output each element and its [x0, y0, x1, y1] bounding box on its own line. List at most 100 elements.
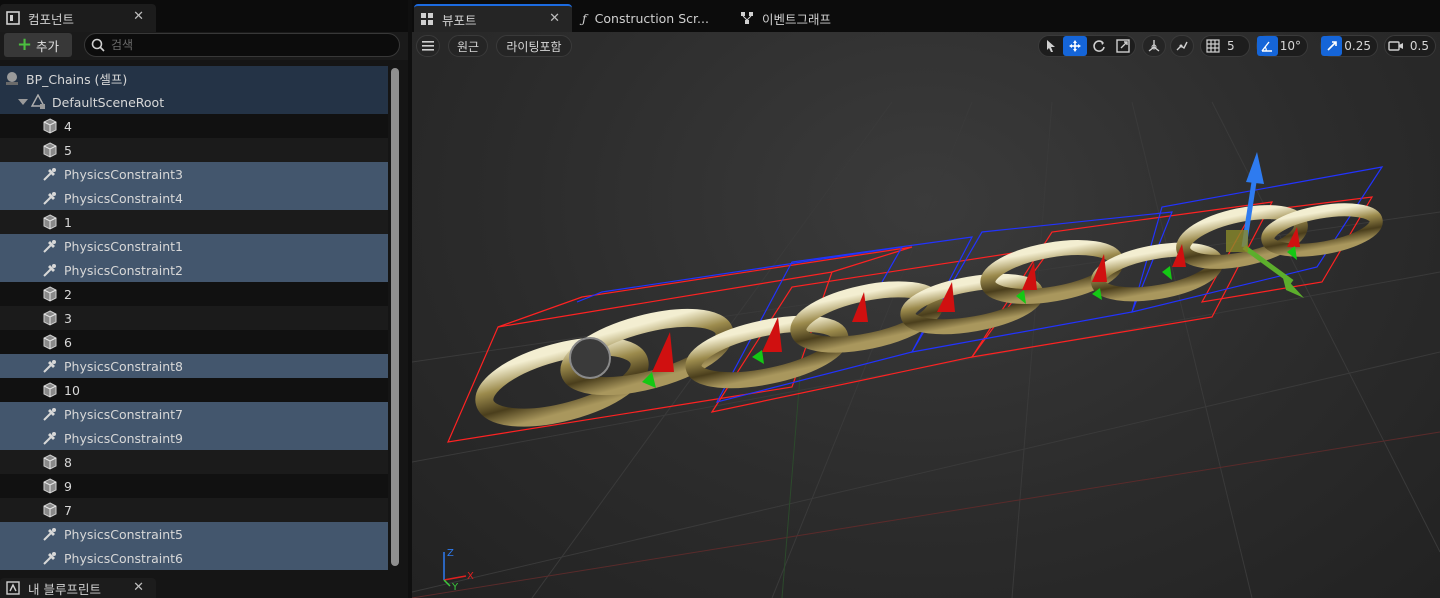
tree-row[interactable]: 5 [0, 138, 388, 162]
physics-constraint-icon [43, 360, 56, 373]
tab-event-graph-label: 이벤트그래프 [762, 11, 832, 27]
viewport-scene [412, 101, 1440, 598]
tab-event-graph[interactable]: 이벤트그래프 [728, 4, 878, 32]
rotation-snap-toggle[interactable] [1257, 36, 1278, 56]
svg-text:X: X [467, 571, 474, 582]
viewport-menu-button[interactable] [416, 35, 440, 57]
static-mesh-icon [43, 310, 57, 326]
grid-snap-toggle[interactable] [1201, 36, 1225, 56]
tree-row[interactable]: PhysicsConstraint8 [0, 354, 388, 378]
static-mesh-icon [43, 118, 57, 134]
tree-row[interactable]: PhysicsConstraint3 [0, 162, 388, 186]
tree-row[interactable]: 2 [0, 282, 388, 306]
world-axis-icon [1148, 40, 1160, 52]
tree-row[interactable]: 3 [0, 306, 388, 330]
add-component-button[interactable]: + 추가 [4, 33, 72, 57]
physics-constraint-icon [43, 264, 56, 277]
camera-speed-toggle[interactable] [1385, 36, 1408, 56]
static-mesh-icon [43, 334, 57, 350]
rotation-snap-group[interactable]: 10° [1256, 35, 1308, 57]
hamburger-icon [422, 41, 434, 51]
viewport-grid-icon [421, 13, 433, 25]
y-axis-line [781, 351, 803, 598]
tree-row-label: 7 [64, 502, 72, 518]
tree-row-label: PhysicsConstraint1 [64, 238, 183, 254]
camera-speed-group[interactable]: 0.5 [1384, 35, 1436, 57]
scale-snap-group[interactable]: 0.25 [1320, 35, 1378, 57]
close-icon[interactable]: ✕ [549, 11, 560, 26]
cursor-icon [1047, 40, 1055, 52]
rotate-tool-button[interactable] [1087, 36, 1111, 56]
scale-snap-value: 0.25 [1344, 39, 1371, 53]
tab-my-blueprint[interactable]: 내 블루프린트 ✕ [0, 578, 156, 598]
perspective-button[interactable]: 원근 [448, 35, 488, 57]
search-input[interactable] [111, 38, 381, 52]
grid-snap-value: 5 [1227, 39, 1235, 53]
tree-row[interactable]: DefaultSceneRoot [0, 90, 388, 114]
tab-components[interactable]: 컴포넌트 ✕ [0, 4, 156, 32]
tree-row-label: 9 [64, 478, 72, 494]
coordinate-space-button[interactable] [1142, 35, 1166, 57]
scale-tool-button[interactable] [1111, 36, 1135, 56]
component-tree: BP_Chains (셀프) DefaultSceneRoot 4 5 PhysicsC… [0, 66, 388, 570]
scale-snap-toggle[interactable] [1321, 36, 1343, 56]
tree-row[interactable]: 10 [0, 378, 388, 402]
grid-snap-group[interactable]: 5 [1200, 35, 1250, 57]
tree-row[interactable]: PhysicsConstraint1 [0, 234, 388, 258]
svg-text:Z: Z [447, 548, 454, 559]
tree-row[interactable]: PhysicsConstraint5 [0, 522, 388, 546]
search-box[interactable] [84, 33, 400, 57]
select-tool-button[interactable] [1039, 36, 1063, 56]
tree-row-label: PhysicsConstraint4 [64, 190, 183, 206]
blueprint-icon [6, 581, 20, 595]
x-axis-line [412, 431, 1440, 598]
scale-arrow-icon [1327, 41, 1337, 51]
axis-indicator: Z X Y [443, 548, 474, 590]
close-icon[interactable]: ✕ [133, 580, 144, 595]
static-mesh-icon [43, 382, 57, 398]
physics-constraint-icon [43, 432, 56, 445]
expand-arrow-icon[interactable] [18, 99, 28, 105]
3d-viewport[interactable]: 원근 라이팅포함 5 10° 0.25 0.5 Z X Y [412, 32, 1440, 598]
tree-row[interactable]: PhysicsConstraint9 [0, 426, 388, 450]
translate-tool-button[interactable] [1063, 36, 1087, 56]
surface-snap-button[interactable] [1170, 35, 1194, 57]
tree-row-label: PhysicsConstraint5 [64, 526, 183, 542]
tree-row[interactable]: PhysicsConstraint7 [0, 402, 388, 426]
actor-icon [6, 72, 18, 85]
tree-row-label: 2 [64, 286, 72, 302]
lighting-label: 라이팅포함 [506, 39, 562, 54]
scene-root-icon [30, 94, 46, 109]
tree-row[interactable]: 4 [0, 114, 388, 138]
tree-row[interactable]: 7 [0, 498, 388, 522]
tree-row[interactable]: PhysicsConstraint4 [0, 186, 388, 210]
physics-constraint-icon [43, 192, 56, 205]
rotation-snap-value: 10° [1279, 39, 1301, 53]
physics-constraint-icon [43, 168, 56, 181]
tree-row[interactable]: BP_Chains (셀프) [0, 66, 388, 90]
tab-construction-script[interactable]: ƒ Construction Scr... [572, 4, 722, 32]
close-icon[interactable]: ✕ [133, 9, 144, 24]
tree-row[interactable]: 9 [0, 474, 388, 498]
tab-viewport[interactable]: 뷰포트 ✕ [414, 4, 572, 32]
tab-viewport-label: 뷰포트 [442, 12, 477, 28]
rotate-icon [1093, 40, 1105, 52]
physics-constraint-icon [43, 552, 56, 565]
physics-constraint-icon [43, 408, 56, 421]
tree-row-label: PhysicsConstraint8 [64, 358, 183, 374]
static-mesh-icon [43, 142, 57, 158]
static-mesh-icon [43, 286, 57, 302]
tree-row[interactable]: 1 [0, 210, 388, 234]
tree-scrollbar[interactable] [391, 68, 399, 566]
tree-row[interactable]: 6 [0, 330, 388, 354]
tree-row[interactable]: PhysicsConstraint2 [0, 258, 388, 282]
lighting-mode-button[interactable]: 라이팅포함 [496, 35, 572, 57]
tree-row-label: 6 [64, 334, 72, 350]
tree-row[interactable]: PhysicsConstraint6 [0, 546, 388, 570]
tree-row[interactable]: 8 [0, 450, 388, 474]
tree-row-label: PhysicsConstraint2 [64, 262, 183, 278]
event-graph-icon [741, 12, 753, 24]
physics-constraint-icon [43, 240, 56, 253]
tree-row-label: PhysicsConstraint9 [64, 430, 183, 446]
plus-icon: + [16, 34, 33, 55]
